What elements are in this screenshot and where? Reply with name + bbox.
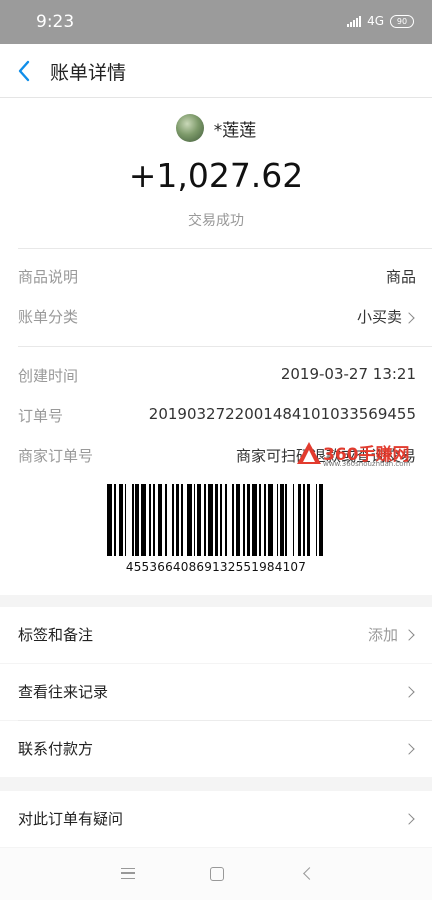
bill-detail-card: *莲莲 +1,027.62 交易成功 商品说明 商品 账单分类 小买卖 创建时间… bbox=[0, 98, 432, 595]
home-icon[interactable] bbox=[210, 867, 224, 881]
order-no-row: 订单号 2019032722001484101033569455 bbox=[18, 405, 416, 429]
barcode[interactable] bbox=[107, 484, 325, 556]
tags-notes-item[interactable]: 标签和备注 添加 bbox=[0, 607, 432, 663]
menu-icon[interactable] bbox=[121, 868, 135, 879]
watermark-logo: 360手赚网 www.360shouzhuan.com bbox=[295, 440, 421, 470]
contact-payer-label: 联系付款方 bbox=[18, 740, 94, 758]
barcode-number: 4553664086913255198410​7 bbox=[125, 560, 307, 574]
chevron-right-icon bbox=[403, 686, 415, 698]
status-time: 9:23 bbox=[36, 12, 75, 32]
tags-notes-label: 标签和备注 bbox=[18, 626, 94, 644]
product-desc-row: 商品说明 商品 bbox=[18, 266, 416, 290]
merchant-order-label: 商家订单号 bbox=[18, 447, 94, 465]
product-desc-label: 商品说明 bbox=[18, 268, 79, 286]
divider bbox=[18, 248, 432, 249]
page-title: 账单详情 bbox=[50, 62, 127, 84]
order-no-label: 订单号 bbox=[18, 407, 64, 425]
divider bbox=[18, 346, 432, 347]
category-value: 小买卖 bbox=[356, 308, 402, 326]
back-icon[interactable] bbox=[303, 867, 316, 880]
chevron-right-icon bbox=[403, 813, 415, 825]
category-row[interactable]: 账单分类 小买卖 bbox=[18, 306, 416, 330]
amount: +1,027.62 bbox=[128, 156, 304, 195]
signal-icon bbox=[347, 15, 362, 27]
payer-name: *莲莲 bbox=[213, 120, 257, 141]
status-bar: 9:23 4G 90 bbox=[0, 0, 432, 44]
history-item[interactable]: 查看往来记录 bbox=[0, 664, 432, 720]
payer-info: *莲莲 bbox=[0, 114, 432, 146]
contact-payer-item[interactable]: 联系付款方 bbox=[0, 721, 432, 777]
order-question-label: 对此订单有疑问 bbox=[18, 810, 124, 828]
category-label: 账单分类 bbox=[18, 308, 79, 326]
order-question-item[interactable]: 对此订单有疑问 bbox=[0, 791, 432, 847]
watermark-url: www.360shouzhuan.com bbox=[323, 460, 411, 468]
chevron-left-icon[interactable] bbox=[14, 58, 36, 84]
created-time-value: 2019-03-27 13:21 bbox=[280, 365, 416, 383]
network-label: 4G bbox=[367, 14, 384, 28]
nav-bar: 账单详情 bbox=[0, 44, 432, 98]
chevron-right-icon bbox=[403, 743, 415, 755]
avatar[interactable] bbox=[175, 114, 204, 142]
created-time-label: 创建时间 bbox=[18, 367, 79, 385]
history-label: 查看往来记录 bbox=[18, 683, 109, 701]
system-nav-bar bbox=[0, 848, 432, 900]
battery-icon: 90 bbox=[390, 14, 414, 28]
chevron-right-icon bbox=[403, 312, 415, 324]
order-no-value: 2019032722001484101033569455 bbox=[148, 405, 416, 423]
created-time-row: 创建时间 2019-03-27 13:21 bbox=[18, 365, 416, 389]
chevron-right-icon bbox=[403, 629, 415, 641]
status-icons: 4G 90 bbox=[347, 14, 414, 28]
product-desc-value: 商品 bbox=[385, 268, 416, 286]
transaction-status: 交易成功 bbox=[188, 213, 244, 229]
tags-notes-add[interactable]: 添加 bbox=[368, 624, 398, 645]
